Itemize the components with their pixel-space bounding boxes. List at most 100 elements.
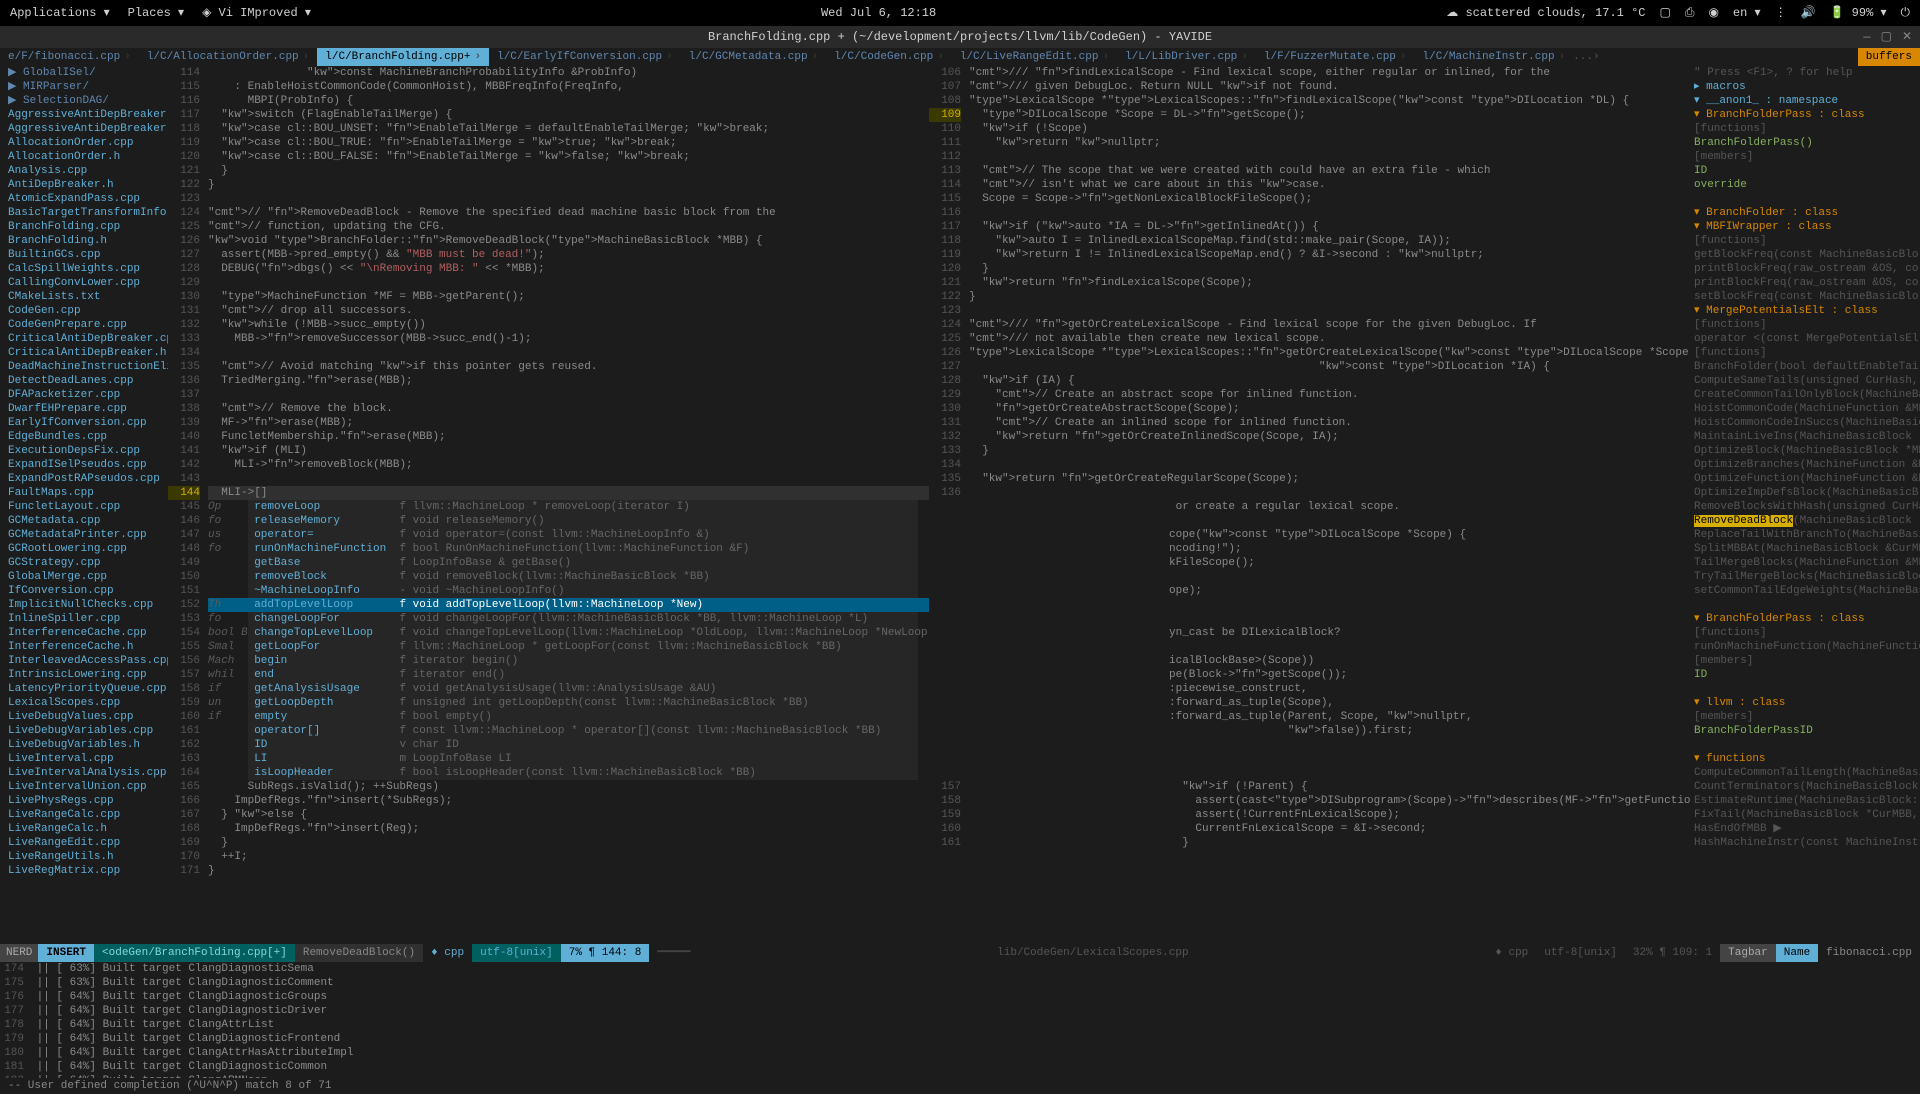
buffer-tab[interactable]: l/C/AllocationOrder.cpp — [139, 48, 317, 66]
file-item[interactable]: CriticalAntiDepBreaker.h — [4, 346, 168, 360]
quickfix-line[interactable]: 174 || [ 63%] Built target ClangDiagnost… — [0, 962, 1920, 976]
completion-item[interactable]: un getLoopDepth f unsigned int getLoopDe… — [208, 696, 929, 710]
tagbar-entry[interactable]: ComputeCommonTailLength(MachineBasic — [1694, 766, 1920, 780]
quickfix-line[interactable]: 178 || [ 64%] Built target ClangAttrList — [0, 1018, 1920, 1032]
tagbar-entry[interactable]: ▾ llvm : class — [1694, 696, 1920, 710]
buffer-tab[interactable]: l/C/MachineInstr.cpp — [1415, 48, 1574, 66]
file-item[interactable]: LivePhysRegs.cpp — [4, 794, 168, 808]
tagbar-entry[interactable]: [functions] — [1694, 626, 1920, 640]
buffer-tab[interactable]: l/F/FuzzerMutate.cpp — [1256, 48, 1415, 66]
buffer-tab[interactable]: l/L/LibDriver.cpp — [1117, 48, 1256, 66]
vim-menu[interactable]: ◈ Vi IMproved ▾ — [202, 6, 311, 20]
completion-item[interactable]: Op removeLoop f llvm::MachineLoop * remo… — [208, 500, 929, 514]
tagbar-entry[interactable]: TryTailMergeBlocks(MachineBasicBlock — [1694, 570, 1920, 584]
file-item[interactable]: LatencyPriorityQueue.cpp — [4, 682, 168, 696]
tagbar-entry[interactable] — [1694, 192, 1920, 206]
right-editor-pane[interactable]: 1061071081091101111121131141151161171181… — [929, 66, 1690, 944]
nerdtree-sidebar[interactable]: ▶ GlobalISel/ ▶ MIRParser/ ▶ SelectionDA… — [0, 66, 168, 944]
completion-item[interactable]: if getAnalysisUsage f void getAnalysisUs… — [208, 682, 929, 696]
file-item[interactable]: ExpandPostRAPseudos.cpp — [4, 472, 168, 486]
file-item[interactable]: GCRootLowering.cpp — [4, 542, 168, 556]
completion-item[interactable]: ~MachineLoopInfo - void ~MachineLoopInfo… — [208, 584, 929, 598]
file-item[interactable]: AggressiveAntiDepBreaker. — [4, 108, 168, 122]
accessibility-icon[interactable]: ◉ — [1708, 6, 1718, 20]
notification-icon[interactable]: ⎙ — [1685, 6, 1695, 20]
tagbar-entry[interactable]: RemoveBlocksWithHash(unsigned CurHas — [1694, 500, 1920, 514]
file-item[interactable]: LiveRangeUtils.h — [4, 850, 168, 864]
tagbar-entry[interactable]: OptimizeBranches(MachineFunction &MF — [1694, 458, 1920, 472]
battery-indicator[interactable]: 🔋 99% ▾ — [1830, 6, 1887, 20]
tagbar-entry[interactable]: ID — [1694, 164, 1920, 178]
buffer-tab[interactable]: l/C/GCMetadata.cpp — [681, 48, 826, 66]
left-editor-pane[interactable]: 1141151161171181191201211221231241251261… — [168, 66, 929, 944]
quickfix-line[interactable]: 181 || [ 64%] Built target ClangDiagnost… — [0, 1060, 1920, 1074]
tagbar-entry[interactable]: setCommonTailEdgeWeights(MachineBasi — [1694, 584, 1920, 598]
tagbar-entry[interactable]: SplitMBBAt(MachineBasicBlock &CurMBB — [1694, 542, 1920, 556]
completion-item[interactable]: whil end f iterator end() — [208, 668, 929, 682]
tagbar-entry[interactable]: [functions] — [1694, 346, 1920, 360]
quickfix-line[interactable]: 179 || [ 64%] Built target ClangDiagnost… — [0, 1032, 1920, 1046]
close-button[interactable]: ✕ — [1902, 30, 1912, 44]
maximize-button[interactable]: ▢ — [1881, 30, 1892, 44]
file-item[interactable]: ExecutionDepsFix.cpp — [4, 444, 168, 458]
clock[interactable]: Wed Jul 6, 12:18 — [311, 6, 1446, 20]
file-item[interactable]: LiveIntervalUnion.cpp — [4, 780, 168, 794]
tagbar-entry[interactable]: ComputeSameTails(unsigned CurHash, u — [1694, 374, 1920, 388]
tagbar-entry[interactable] — [1694, 682, 1920, 696]
completion-item[interactable]: if empty f bool empty() — [208, 710, 929, 724]
tagbar-section[interactable]: ▸ macros — [1694, 80, 1920, 94]
tagbar-entry[interactable]: printBlockFreq(raw_ostream &OS, co — [1694, 262, 1920, 276]
file-item[interactable]: InterleavedAccessPass.cpp — [4, 654, 168, 668]
tagbar-entry[interactable]: EstimateRuntime(MachineBasicBlock::i — [1694, 794, 1920, 808]
display-icon[interactable]: ▢ — [1659, 6, 1670, 20]
tagbar-entry[interactable]: HasEndOfMBB ▶ — [1694, 822, 1920, 836]
file-item[interactable]: LexicalScopes.cpp — [4, 696, 168, 710]
completion-item[interactable]: getBase f LoopInfoBase & getBase() — [208, 556, 929, 570]
tagbar-entry[interactable]: [members] — [1694, 150, 1920, 164]
file-item[interactable]: CodeGenPrepare.cpp — [4, 318, 168, 332]
window-titlebar[interactable]: BranchFolding.cpp + (~/development/proje… — [0, 26, 1920, 48]
tagbar-entry[interactable]: BranchFolderPassID — [1694, 724, 1920, 738]
tagbar-entry[interactable]: HoistCommonCode(MachineFunction &MF) — [1694, 402, 1920, 416]
tagbar-entry[interactable]: ▾ BranchFolderPass : class — [1694, 108, 1920, 122]
file-item[interactable]: AllocationOrder.h — [4, 150, 168, 164]
tagbar-entry[interactable]: ID — [1694, 668, 1920, 682]
file-item[interactable]: BranchFolding.cpp — [4, 220, 168, 234]
tagbar-entry[interactable]: CreateCommonTailOnlyBlock(MachineBas — [1694, 388, 1920, 402]
completion-item[interactable]: us operator= f void operator=(const llvm… — [208, 528, 929, 542]
tagbar-entry[interactable]: BranchFolder(bool defaultEnableTai — [1694, 360, 1920, 374]
file-item[interactable]: AllocationOrder.cpp — [4, 136, 168, 150]
file-item[interactable]: IfConversion.cpp — [4, 584, 168, 598]
buffer-tab[interactable]: l/C/CodeGen.cpp — [826, 48, 952, 66]
tagbar-entry[interactable]: [functions] — [1694, 122, 1920, 136]
file-item[interactable]: LiveDebugVariables.h — [4, 738, 168, 752]
tagbar-entry[interactable]: operator <(const MergePotentialsEl — [1694, 332, 1920, 346]
buffer-tab[interactable]: l/C/BranchFolding.cpp+ — [317, 48, 489, 66]
file-item[interactable]: BuiltinGCs.cpp — [4, 248, 168, 262]
tagbar-entry[interactable]: HashMachineInstr(const MachineInstr — [1694, 836, 1920, 850]
tree-folder[interactable]: ▶ SelectionDAG/ — [4, 94, 168, 108]
wifi-icon[interactable]: ⋮ — [1775, 6, 1787, 20]
file-item[interactable]: LiveRangeEdit.cpp — [4, 836, 168, 850]
file-item[interactable]: Analysis.cpp — [4, 164, 168, 178]
completion-item[interactable]: fo releaseMemory f void releaseMemory() — [208, 514, 929, 528]
tagbar-panel[interactable]: " Press <F1>, ? for help▸ macros▾ __anon… — [1690, 66, 1920, 944]
file-item[interactable]: GCMetadata.cpp — [4, 514, 168, 528]
file-item[interactable]: CMakeLists.txt — [4, 290, 168, 304]
tagbar-entry[interactable]: [members] — [1694, 710, 1920, 724]
tree-folder[interactable]: ▶ MIRParser/ — [4, 80, 168, 94]
power-icon[interactable]: ⏻ — [1901, 6, 1911, 20]
quickfix-panel[interactable]: 174 || [ 63%] Built target ClangDiagnost… — [0, 962, 1920, 1078]
file-item[interactable]: DetectDeadLanes.cpp — [4, 374, 168, 388]
tagbar-entry[interactable]: ▾ functions — [1694, 752, 1920, 766]
tree-folder[interactable]: ▶ GlobalISel/ — [4, 66, 168, 80]
file-item[interactable]: DeadMachineInstructionEli — [4, 360, 168, 374]
tagbar-entry[interactable]: MaintainLiveIns(MachineBasicBlock *C — [1694, 430, 1920, 444]
file-item[interactable]: CallingConvLower.cpp — [4, 276, 168, 290]
tagbar-entry[interactable]: BranchFolderPass() — [1694, 136, 1920, 150]
lang-indicator[interactable]: en ▾ — [1733, 6, 1761, 20]
tagbar-entry[interactable]: ▾ MBFIWrapper : class — [1694, 220, 1920, 234]
tagbar-entry[interactable]: ▾ BranchFolder : class — [1694, 206, 1920, 220]
completion-item[interactable]: fo changeLoopFor f void changeLoopFor(ll… — [208, 612, 929, 626]
buffer-tab[interactable]: l/C/LiveRangeEdit.cpp — [952, 48, 1117, 66]
